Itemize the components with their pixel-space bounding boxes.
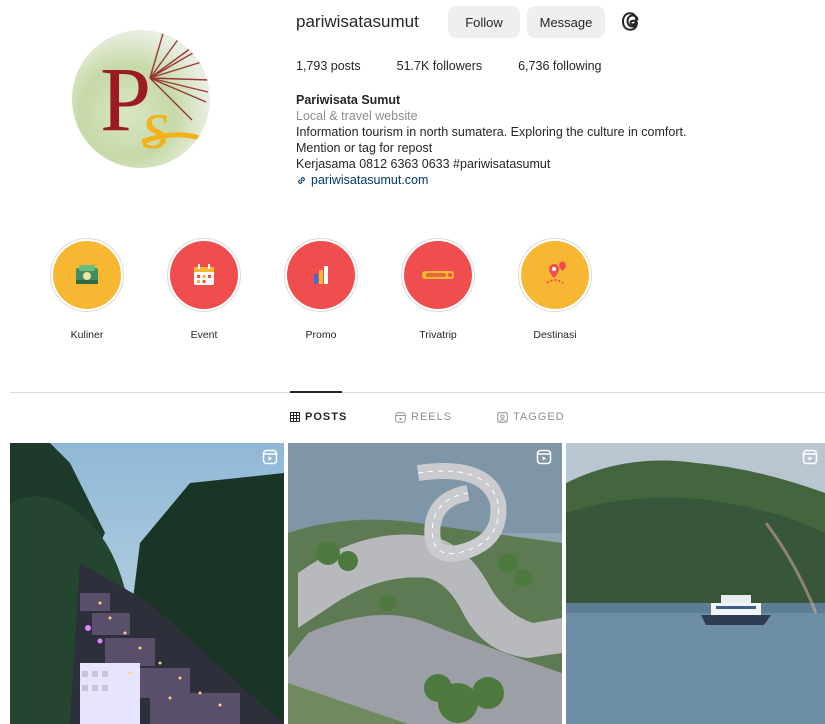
tab-tagged-label: TAGGED	[513, 411, 565, 423]
bio-line-2: Mention or tag for repost	[296, 141, 433, 155]
post-image-valley-village	[10, 443, 284, 724]
highlight-promo[interactable]: Promo	[276, 238, 366, 341]
threads-icon[interactable]	[620, 8, 646, 34]
active-tab-indicator	[290, 391, 342, 393]
reel-badge-icon	[802, 449, 818, 465]
map-pin-icon	[546, 261, 566, 284]
post-thumbnail[interactable]	[10, 443, 284, 724]
highlight-kuliner[interactable]: Kuliner	[42, 238, 132, 341]
svg-text:s: s	[142, 87, 169, 164]
posts-count: 1,793 posts	[296, 59, 361, 73]
ps-logo-icon: P s	[100, 30, 210, 164]
reels-icon	[395, 411, 406, 423]
reel-badge-icon	[262, 449, 278, 465]
ticket-icon	[422, 271, 454, 279]
bio-line-3: Kerjasama 0812 6363 0633 #pariwisatasumu…	[296, 157, 551, 171]
tab-posts[interactable]: POSTS	[290, 411, 347, 423]
message-button[interactable]: Message	[527, 6, 605, 38]
reel-badge-icon	[536, 449, 552, 465]
food-icon	[76, 265, 98, 284]
highlight-label: Promo	[305, 329, 337, 341]
tab-divider	[10, 392, 825, 393]
profile-avatar[interactable]: P s	[72, 30, 210, 168]
website-link-text[interactable]: pariwisatasumut.com	[311, 172, 428, 188]
post-image-winding-road	[288, 443, 562, 724]
profile-display-name: Pariwisata Sumut	[296, 93, 401, 107]
tab-reels-label: REELS	[411, 411, 453, 423]
followers-count[interactable]: 51.7K followers	[397, 59, 482, 73]
highlight-trivatrip[interactable]: Trivatrip	[393, 238, 483, 341]
megaphone-icon	[314, 266, 328, 284]
highlight-event[interactable]: Event	[159, 238, 249, 341]
profile-stats: 1,793 posts 51.7K followers 6,736 follow…	[296, 59, 638, 73]
tagged-icon	[497, 411, 508, 423]
highlight-destinasi[interactable]: Destinasi	[510, 238, 600, 341]
tab-reels[interactable]: REELS	[395, 411, 452, 423]
following-count[interactable]: 6,736 following	[518, 59, 601, 73]
profile-website-link[interactable]: pariwisatasumut.com	[296, 172, 686, 188]
calendar-icon	[194, 264, 214, 285]
post-thumbnail[interactable]	[288, 443, 562, 724]
grid-icon	[290, 412, 300, 422]
highlight-label: Event	[190, 329, 218, 341]
profile-username: pariwisatasumut	[296, 12, 419, 31]
highlight-label: Destinasi	[533, 329, 577, 341]
profile-bio: Pariwisata Sumut Local & travel website …	[296, 92, 686, 188]
profile-category: Local & travel website	[296, 109, 418, 123]
tab-posts-label: POSTS	[305, 411, 348, 423]
link-icon	[298, 176, 305, 184]
highlight-label: Kuliner	[70, 329, 104, 341]
post-image-lake-ferry	[566, 443, 825, 724]
bio-line-1: Information tourism in north sumatera. E…	[296, 125, 687, 139]
highlight-label: Trivatrip	[419, 329, 457, 341]
tab-tagged[interactable]: TAGGED	[497, 411, 565, 423]
follow-button[interactable]: Follow	[448, 6, 520, 38]
post-thumbnail[interactable]	[566, 443, 825, 724]
